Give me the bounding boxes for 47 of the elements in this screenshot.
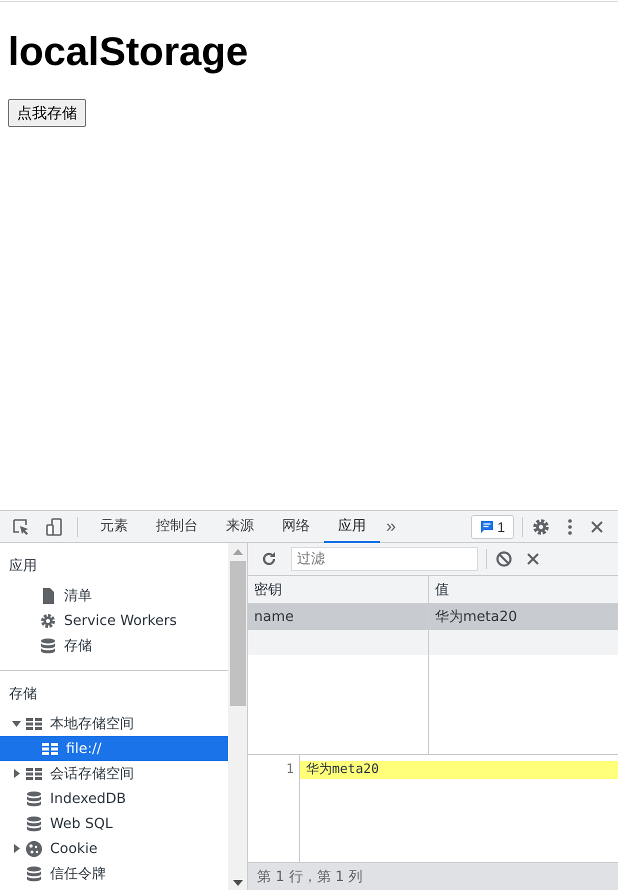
section-title: 应用 [9,557,37,575]
section-title: 存储 [9,685,37,703]
scrollbar[interactable] [228,543,248,890]
line-number: 1 [286,761,294,779]
page-heading: localStorage [8,30,250,75]
cursor-position: 第 1 行，第 1 列 [257,868,363,886]
tree-item[interactable]: Service Workers [0,608,228,633]
delete-icon[interactable] [526,552,540,566]
database-icon [25,814,43,832]
cookie-icon [25,840,43,858]
table-cell: 华为meta20 [435,608,518,626]
gear-icon [39,612,57,630]
clear-all-icon[interactable] [495,550,513,568]
expand-arrow-icon[interactable] [12,769,21,778]
store-button[interactable]: 点我存储 [8,99,86,127]
tree-item[interactable]: 本地存储空间 [0,711,228,736]
column-header[interactable]: 密钥 [248,576,429,603]
database-icon [25,790,43,808]
database-icon [25,864,43,882]
tree-item[interactable]: 会话存储空间 [0,761,228,786]
expand-arrow-icon[interactable] [12,844,21,853]
scroll-down-icon[interactable] [232,880,242,886]
devtools-tab[interactable]: 元素 [86,510,142,542]
devtools-tab[interactable]: 控制台 [142,510,212,542]
refresh-icon[interactable] [260,550,278,568]
column-header[interactable]: 值 [429,576,618,603]
inspect-icon[interactable] [11,516,31,536]
expand-arrow-icon[interactable] [12,719,21,728]
tree-item[interactable]: 信任令牌 [0,861,228,886]
tree-item[interactable]: 存储 [0,633,228,658]
table-row[interactable]: name 华为meta20 [248,604,618,630]
message-icon [480,520,494,534]
tree-item[interactable]: Cookie [0,836,228,861]
device-toggle-icon[interactable] [44,516,64,536]
database-icon [39,636,57,654]
close-icon[interactable] [589,518,605,534]
tree-item[interactable]: file:// [0,736,228,761]
tree-item[interactable]: IndexedDB [0,786,228,811]
devtools-tab[interactable]: 网络 [268,510,324,542]
table-cell: name [254,609,294,625]
filter-field[interactable]: 过滤 [291,547,478,571]
tree-item[interactable]: Web SQL [0,811,228,836]
settings-icon[interactable] [531,516,551,536]
more-tabs-button[interactable]: » [380,516,402,537]
issues-button[interactable]: 1 [471,514,514,538]
tree-item[interactable]: 清单 [0,583,228,608]
devtools-tab[interactable]: 来源 [212,510,268,542]
